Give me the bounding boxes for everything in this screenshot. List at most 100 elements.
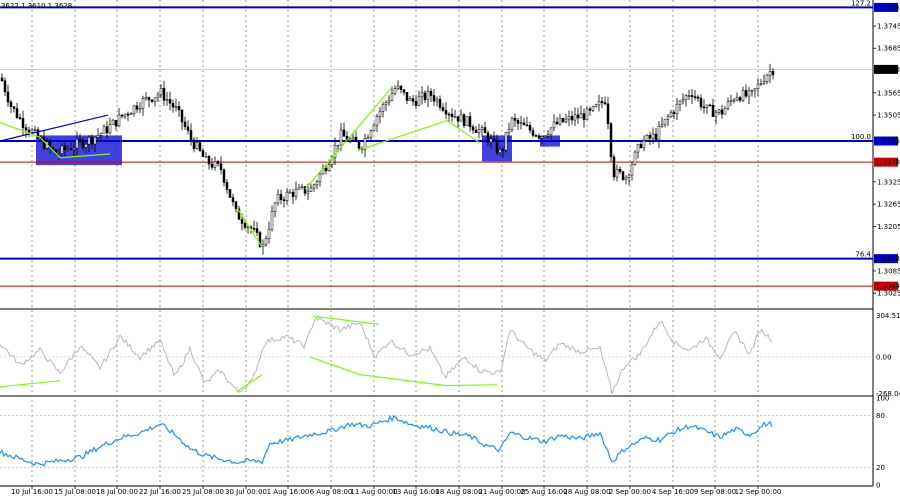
level-fib-label: 100.0 [851,133,871,141]
bull-candle [138,108,142,110]
bull-candle [204,156,208,158]
chart: 10 Jul 16:00 15 Jul 08:00 18 Jul 00:00 22 J… [0,0,900,496]
bull-candle [714,112,718,117]
zones-layer [36,135,560,166]
bull-candle [507,129,511,133]
bull-candle [33,129,37,131]
bear-candle [150,99,154,102]
bear-candle [252,228,256,230]
bull-candle [627,174,631,178]
bear-candle [672,112,676,115]
bull-candle [675,103,679,115]
bear-candle [447,113,451,116]
y-tick-label: 1.3685 [877,45,900,53]
cci-level-label: 0.00 [876,353,892,361]
bear-candle [600,101,604,103]
bear-candle [483,127,487,134]
bull-candle [753,88,757,91]
bull-candle [477,129,481,133]
bear-candle [24,127,28,131]
bear-candle [699,97,703,108]
bear-candle [738,97,742,101]
bear-candle [621,171,625,180]
bull-candle [153,97,157,102]
bull-candle [369,130,373,138]
bear-candle [78,138,82,141]
cci-divergence-line [236,374,263,393]
bear-candle [0,77,4,82]
cci-line [0,317,773,395]
bear-candle [162,88,166,101]
bear-candle [603,102,607,105]
y-tick-label: 1.3265 [877,201,900,209]
bull-candle [102,126,106,134]
bull-candle [726,101,730,109]
bear-candle [471,126,475,131]
bull-candle [264,238,268,245]
bear-candle [282,199,286,201]
y-tick-label: 1.3325 [877,178,900,186]
bull-candle [669,112,673,117]
bull-candle [558,118,562,125]
bull-candle [66,148,70,150]
bear-candle [609,123,613,158]
bull-candle [543,135,547,138]
bear-candle [222,169,226,183]
bull-candle [762,81,766,84]
bear-candle [561,118,565,123]
bull-candle [144,97,148,99]
bull-candle [768,71,772,76]
bull-candle [75,138,79,149]
bull-candle [585,108,589,120]
bull-candle [756,83,760,89]
bear-candle [606,103,610,124]
bull-candle [276,194,280,204]
bear-candle [474,129,478,133]
bear-candle [534,135,538,137]
bear-candle [414,101,418,106]
bull-candle [597,101,601,106]
bear-candle [12,106,16,109]
bear-candle [324,167,328,171]
bull-candle [549,127,553,136]
y-tick-label: 1.3085 [877,267,900,275]
bull-candle [615,168,619,178]
bear-candle [522,122,526,126]
bull-candle [567,116,571,120]
bear-candle [654,133,658,141]
bear-candle [423,92,427,101]
bull-candle [540,136,544,139]
bull-candle [552,121,556,129]
level-fib-label: 76.4 [855,251,871,259]
grid-layer [0,0,876,489]
bull-candle [270,211,274,230]
bear-candle [183,121,187,127]
bear-candle [744,90,748,97]
bull-candle [294,188,298,197]
bull-candle [663,119,667,125]
rsi-level-label: 80 [876,412,885,420]
bull-candle [660,124,664,127]
bear-candle [441,107,445,111]
bear-candle [177,106,181,111]
rsi-line [0,414,773,467]
bear-candle [711,104,715,117]
bull-candle [195,142,199,149]
bull-candle [453,116,457,118]
bear-candle [450,113,454,117]
bull-candle [111,119,115,125]
bull-candle [723,108,727,115]
bear-candle [405,92,409,101]
bull-candle [84,143,88,148]
bear-candle [555,121,559,125]
rsi-level-label: 20 [876,464,885,472]
bull-candle [30,129,34,133]
bear-candle [411,98,415,102]
bear-candle [291,191,295,197]
bear-candle [105,126,109,134]
bear-candle [570,116,574,121]
bull-candle [624,177,628,180]
x-tick-label: 22 Jul 16:00 [139,488,181,496]
cci-divergence-line [0,380,61,388]
cci-level-label: 304.5101 [876,312,900,320]
